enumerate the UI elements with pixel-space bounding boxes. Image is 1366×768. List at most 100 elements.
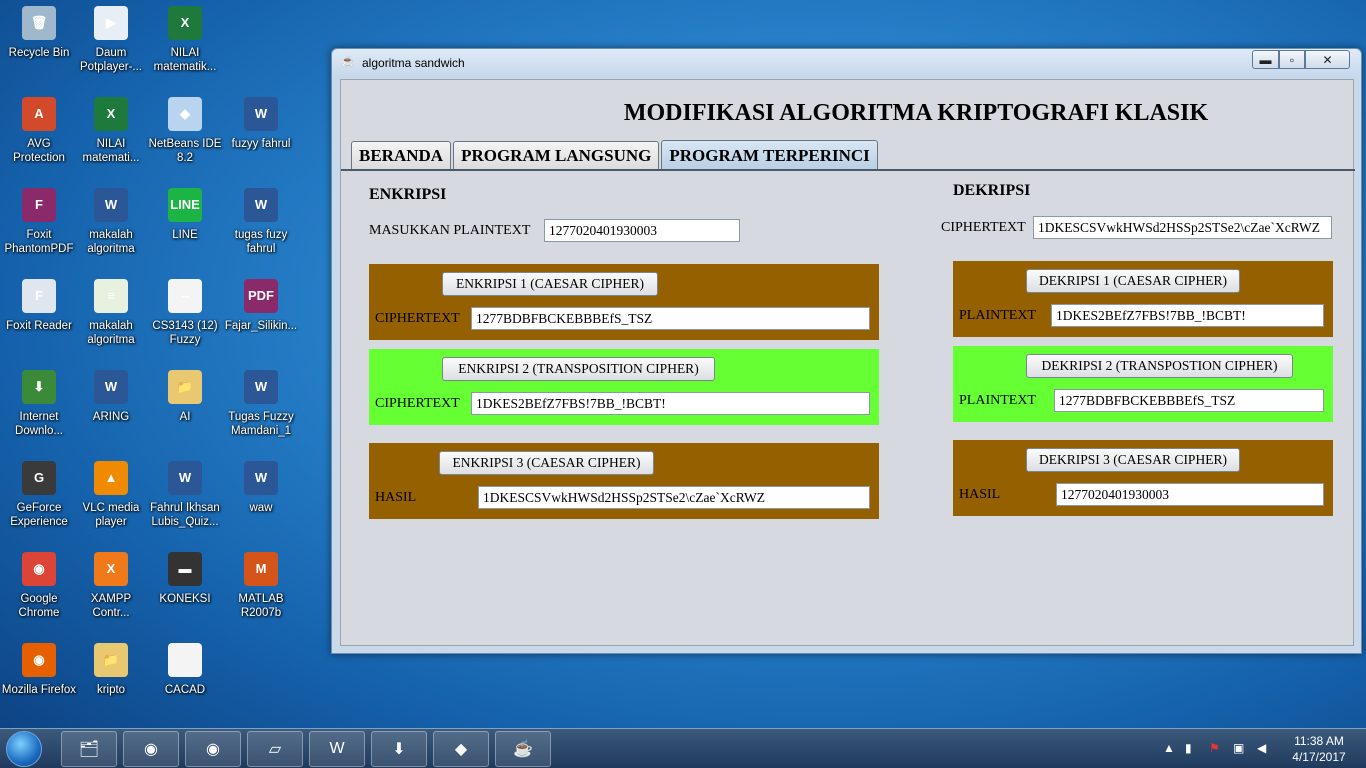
clock-time[interactable]: 11:38 AM <box>1288 734 1350 748</box>
desktop-icon[interactable]: ≡ makalah algoritma <box>72 275 150 361</box>
foxit-phantom-icon: F <box>22 188 56 222</box>
desktop-icon[interactable]: CACAD <box>146 639 224 725</box>
desktop-icon[interactable]: ◆ NetBeans IDE 8.2 <box>146 93 224 179</box>
excel-file-icon: X <box>168 6 202 40</box>
enkripsi-1-output[interactable]: 1277BDBFBCKEBBBEfS_TSZ <box>471 307 870 330</box>
desktop-icon-label: makalah algoritma <box>87 229 135 255</box>
minimize-icon: ▬ <box>1259 52 1272 67</box>
desktop-icon-label: Fajar_Silikin... <box>224 320 298 332</box>
desktop-icon-label: Internet Downlo... <box>15 411 63 437</box>
app-client-area: MODIFIKASI ALGORITMA KRIPTOGRAFI KLASIK … <box>340 79 1355 646</box>
tab-beranda[interactable]: BERANDA <box>351 141 452 169</box>
desktop-icon-label: Foxit PhantomPDF <box>4 229 74 255</box>
java-app-icon: ☕ <box>341 56 355 68</box>
enkripsi-2-output[interactable]: 1DKES2BEfZ7FBS!7BB_!BCBT! <box>471 392 870 415</box>
desktop-icon[interactable]: 🗑 Recycle Bin <box>0 2 78 88</box>
dekripsi-3-output[interactable]: 1277020401930003 <box>1056 483 1324 506</box>
desktop-icon[interactable]: Wwaw <box>222 457 300 543</box>
ciphertext-input[interactable]: 1DKESCSVwkHWSd2HSSp2STSe2\cZae`XcRWZ <box>1033 216 1332 239</box>
desktop-icon[interactable]: LINE LINE <box>146 184 224 270</box>
excel-file-icon: X <box>94 97 128 131</box>
desktop-icon-label: AI <box>179 411 191 423</box>
maximize-button[interactable]: ▫ <box>1279 50 1305 69</box>
explorer-taskbar-icon[interactable]: 🗂 <box>61 731 117 767</box>
desktop-icon-label: ARING <box>92 411 130 423</box>
power-icon[interactable]: ▣ <box>1233 741 1244 755</box>
desktop-icon[interactable]: ◉ Mozilla Firefox <box>0 639 78 725</box>
desktop-icon[interactable]: PDF Fajar_Silikin... <box>222 275 300 361</box>
netbeans-taskbar-icon[interactable]: ◆ <box>433 731 489 767</box>
tab-program-terperinci[interactable]: PROGRAM TERPERINCI <box>661 140 878 170</box>
dekripsi-2-button[interactable]: DEKRIPSI 2 (TRANSPOSTION CIPHER) <box>1026 354 1293 378</box>
desktop-icon[interactable]: 📁 AI <box>146 366 224 452</box>
desktop-icon[interactable]: ⬇ Internet Downlo... <box>0 366 78 452</box>
desktop-icon[interactable]: 📁 kripto <box>72 639 150 725</box>
xampp-icon: X <box>94 552 128 586</box>
word-taskbar-icon[interactable]: W <box>309 731 365 767</box>
desktop-icon[interactable]: W ARING <box>72 366 150 452</box>
volume-icon[interactable]: ◀ <box>1257 741 1266 755</box>
dekripsi-2-output[interactable]: 1277BDBFBCKEBBBEfS_TSZ <box>1054 389 1324 412</box>
desktop-icon[interactable]: F Foxit Reader <box>0 275 78 361</box>
desktop-icon-label: Daum Potplayer-... <box>80 47 142 73</box>
blank-file-icon <box>168 643 202 677</box>
desktop-icon[interactable]: Wmakalah algoritma <box>72 184 150 270</box>
desktop-icon[interactable]: X NILAI matematik... <box>146 2 224 88</box>
desktop-icon[interactable]: ▬ KONEKSI <box>146 548 224 634</box>
notes-taskbar-icon[interactable]: ▱ <box>247 731 303 767</box>
enkripsi-2-button[interactable]: ENKRIPSI 2 (TRANSPOSITION CIPHER) <box>442 357 715 381</box>
java-taskbar-icon[interactable]: ☕ <box>495 731 551 767</box>
word-file-icon: W <box>244 461 278 495</box>
desktop-icon[interactable]: X XAMPP Contr... <box>72 548 150 634</box>
close-button[interactable]: ✕ <box>1305 50 1350 69</box>
desktop-icon[interactable]: W Fahrul Ikhsan Lubis_Quiz... <box>146 457 224 543</box>
desktop-icon[interactable]: A AVG Protection <box>0 93 78 179</box>
enkripsi-1-label: CIPHERTEXT <box>375 311 460 326</box>
word-file-icon: W <box>168 461 202 495</box>
desktop-icon[interactable]: Wfuzyy fahrul <box>222 93 300 179</box>
enkripsi-2-label: CIPHERTEXT <box>375 396 460 411</box>
dekripsi-title: DEKRIPSI <box>953 182 1031 199</box>
desktop-icon-label: GeForce Experience <box>10 502 68 528</box>
desktop-icon-label: CACAD <box>164 684 206 696</box>
desktop-icon[interactable]: ▲ VLC media player <box>72 457 150 543</box>
desktop-icon[interactable]: G GeForce Experience <box>0 457 78 543</box>
chrome-taskbar-icon[interactable]: ◉ <box>123 731 179 767</box>
enkripsi-3-output[interactable]: 1DKESCSVwkHWSd2HSSp2STSe2\cZae`XcRWZ <box>478 486 870 509</box>
network-icon[interactable]: ▮ <box>1185 741 1192 755</box>
tab-program-langsung[interactable]: PROGRAM LANGSUNG <box>453 141 660 169</box>
desktop-icon[interactable]: -- CS3143 (12) Fuzzy <box>146 275 224 361</box>
dekripsi-1-output[interactable]: 1DKES2BEfZ7FBS!7BB_!BCBT! <box>1051 304 1324 327</box>
plaintext-input-label: MASUKKAN PLAINTEXT <box>369 223 531 238</box>
desktop-icon[interactable]: X NILAI matemati... <box>72 93 150 179</box>
plaintext-input[interactable]: 1277020401930003 <box>544 219 740 242</box>
word-file-icon: W <box>244 97 278 131</box>
enkripsi-3-button[interactable]: ENKRIPSI 3 (CAESAR CIPHER) <box>439 451 654 475</box>
idm-taskbar-icon[interactable]: ⬇ <box>371 731 427 767</box>
taskbar: 🗂 ◉ ◉ ▱ W ⬇ ◆ ☕ ▲ ▮ ⚑ ▣ ◀ 11:38 AM 4/17/2017 <box>0 728 1366 768</box>
dekripsi-1-button[interactable]: DEKRIPSI 1 (CAESAR CIPHER) <box>1026 269 1240 293</box>
desktop-icon[interactable]: Wtugas fuzy fahrul <box>222 184 300 270</box>
recycle-bin-icon: 🗑 <box>22 6 56 40</box>
desktop-icon[interactable]: F Foxit PhantomPDF <box>0 184 78 270</box>
desktop-icon-label: kripto <box>96 684 126 696</box>
desktop-icon-label: KONEKSI <box>159 593 211 605</box>
dekripsi-2-panel: DEKRIPSI 2 (TRANSPOSTION CIPHER) PLAINTE… <box>953 346 1333 422</box>
action-center-icon[interactable]: ⚑ <box>1209 741 1220 755</box>
enkripsi-1-panel: ENKRIPSI 1 (CAESAR CIPHER) CIPHERTEXT 12… <box>369 264 879 340</box>
desktop-icon-label: NetBeans IDE 8.2 <box>148 138 222 164</box>
desktop-icon[interactable]: W Tugas Fuzzy Mamdani_1 <box>222 366 300 452</box>
desktop-icon[interactable]: ◉ Google Chrome <box>0 548 78 634</box>
minimize-button[interactable]: ▬ <box>1252 50 1279 69</box>
start-button[interactable] <box>6 731 42 767</box>
desktop-icon[interactable]: ▶ Daum Potplayer-... <box>72 2 150 88</box>
dekripsi-3-button[interactable]: DEKRIPSI 3 (CAESAR CIPHER) <box>1026 448 1240 472</box>
desktop-icon-label: Foxit Reader <box>6 320 72 332</box>
clock-date[interactable]: 4/17/2017 <box>1284 750 1354 764</box>
window-titlebar[interactable]: ☕ algoritma sandwich ▬ ▫ ✕ <box>332 49 1361 77</box>
firefox-taskbar-icon[interactable]: ◉ <box>185 731 241 767</box>
enkripsi-1-button[interactable]: ENKRIPSI 1 (CAESAR CIPHER) <box>442 272 658 296</box>
desktop-icon[interactable]: M MATLAB R2007b <box>222 548 300 634</box>
desktop-icon-label: XAMPP Contr... <box>90 593 132 619</box>
show-hidden-icons-icon[interactable]: ▲ <box>1163 741 1175 755</box>
